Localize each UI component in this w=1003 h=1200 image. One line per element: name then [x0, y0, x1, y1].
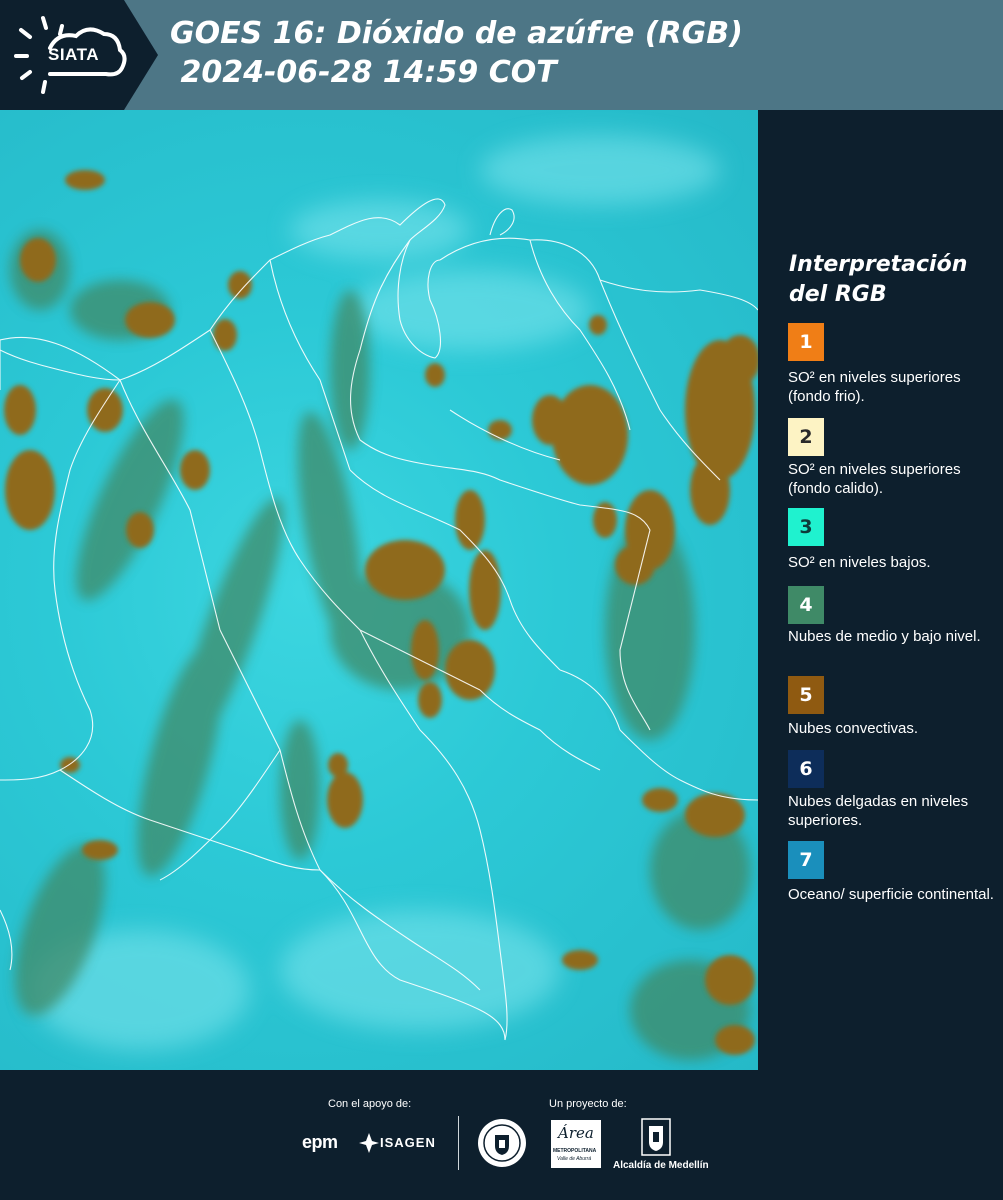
- legend-swatch-2: 2: [788, 418, 824, 456]
- area-metropolitana-logo[interactable]: Área METROPOLITANA Valle de Aburrá: [551, 1120, 601, 1168]
- legend-desc-3: SO² en niveles bajos.: [788, 554, 931, 571]
- legend-number: 6: [799, 758, 813, 780]
- legend-desc-7: Oceano/ superficie continental.: [788, 886, 994, 903]
- legend-number: 3: [799, 516, 813, 538]
- legend-number: 1: [799, 331, 813, 353]
- page-title: GOES 16: Dióxido de azúfre (RGB): [170, 16, 743, 51]
- satellite-map[interactable]: [0, 110, 758, 1070]
- epm-logo[interactable]: epm: [302, 1132, 338, 1153]
- legend-panel: Interpretación del RGB 1 SO² en niveles …: [758, 110, 1003, 1070]
- area-logo-main: Área: [558, 1124, 594, 1142]
- footer: Con el apoyo de: Un proyecto de: epm ISA…: [0, 1070, 1003, 1200]
- legend-title: Interpretación del RGB: [789, 252, 968, 307]
- logo-text: SIATA: [48, 45, 99, 64]
- area-logo-sub2: Valle de Aburrá: [557, 1156, 592, 1162]
- legend-number: 5: [799, 684, 813, 706]
- header-bar: SIATA GOES 16: Dióxido de azúfre (RGB) 2…: [0, 0, 1003, 110]
- siata-logo[interactable]: SIATA: [0, 0, 158, 110]
- legend-desc-1: SO² en niveles superiores (fondo frio).: [788, 369, 961, 405]
- alcaldia-label[interactable]: Alcaldía de Medellín: [613, 1160, 709, 1171]
- legend-number: 7: [799, 849, 813, 871]
- legend-swatch-7: 7: [788, 841, 824, 879]
- isagen-label: ISAGEN: [380, 1135, 436, 1150]
- satellite-imagery: [0, 135, 758, 1060]
- legend-desc-6: Nubes delgadas en niveles superiores.: [788, 793, 969, 829]
- legend-swatch-3: 3: [788, 508, 824, 546]
- legend-number: 2: [799, 426, 813, 448]
- alcaldia-crest-icon: [641, 1118, 671, 1156]
- area-logo-sub1: METROPOLITANA: [553, 1148, 597, 1154]
- legend-desc-2: SO² en niveles superiores (fondo calido)…: [788, 461, 961, 497]
- legend-desc-5: Nubes convectivas.: [788, 720, 919, 737]
- medellin-seal-icon[interactable]: [477, 1118, 527, 1168]
- legend-desc-4: Nubes de medio y bajo nivel.: [788, 628, 981, 645]
- legend-number: 4: [799, 594, 813, 616]
- legend-swatch-4: 4: [788, 586, 824, 624]
- footer-divider: [458, 1116, 459, 1170]
- timestamp: 2024-06-28 14:59 COT: [170, 55, 557, 90]
- legend-swatch-1: 1: [788, 323, 824, 361]
- legend-swatch-6: 6: [788, 750, 824, 788]
- legend-swatch-5: 5: [788, 676, 824, 714]
- isagen-mark-icon: [359, 1133, 379, 1153]
- support-label: Con el apoyo de:: [328, 1098, 412, 1110]
- project-label: Un proyecto de:: [549, 1098, 627, 1110]
